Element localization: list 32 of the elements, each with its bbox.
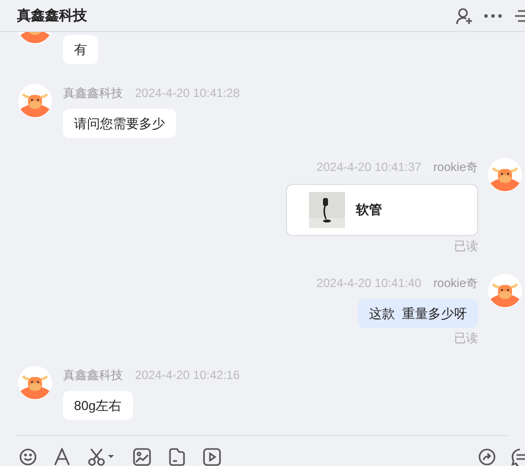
font-icon[interactable] [54,448,70,466]
message-bubble: 80g左右 [63,391,133,420]
file-icon[interactable] [168,448,186,466]
video-icon[interactable] [203,448,221,466]
chat-icon[interactable] [511,448,525,466]
more-icon[interactable] [484,14,502,18]
share-icon[interactable] [478,448,496,466]
avatar-icon[interactable] [18,366,52,400]
scissors-icon[interactable] [88,448,115,466]
product-name: 软管 [356,201,382,220]
chat-title: 真鑫鑫科技 [17,6,87,25]
message-bubble: 这款 重量多少呀 [358,299,478,328]
message-time: 2024-4-20 10:41:40 [316,275,422,291]
message-bubble: 请问您需要多少 [63,109,176,138]
sender-name: rookie奇 [433,275,478,291]
sender-name: 真鑫鑫科技 [63,85,123,101]
message-time: 2024-4-20 10:41:28 [135,85,240,101]
menu-icon[interactable] [515,9,525,23]
message-time: 2024-4-20 10:42:16 [135,367,240,383]
emoji-icon[interactable] [19,448,37,466]
message-bubble: 有 [63,35,98,64]
product-card[interactable]: 软管 [286,184,478,236]
avatar-icon[interactable] [488,274,522,308]
sender-name: 真鑫鑫科技 [63,367,123,383]
image-icon[interactable] [133,448,151,466]
read-status: 已读 [454,238,478,254]
read-status: 已读 [454,330,478,346]
sender-name: rookie奇 [433,159,478,175]
avatar-icon[interactable] [488,158,522,192]
add-person-icon[interactable] [455,7,473,25]
avatar-icon[interactable] [18,84,52,118]
message-time: 2024-4-20 10:41:37 [316,159,422,175]
